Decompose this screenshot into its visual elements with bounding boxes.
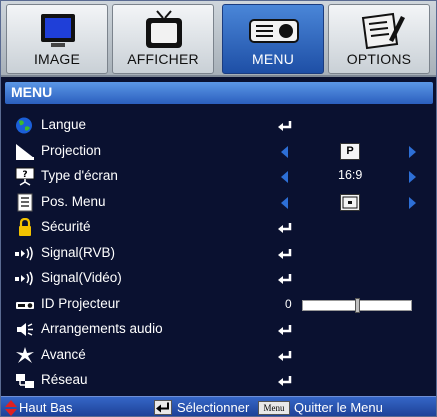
enter-icon	[278, 350, 292, 361]
menu-position-value	[340, 193, 360, 211]
tab-menu[interactable]: MENU	[222, 4, 324, 74]
menu-item-reseau[interactable]: Réseau	[1, 368, 436, 394]
enter-icon	[156, 402, 169, 413]
menu-item-label: Arrangements audio	[41, 321, 163, 336]
left-arrow-icon[interactable]	[281, 196, 288, 209]
menu-item-type-ecran[interactable]: ? Type d'écran 16:9	[1, 164, 436, 190]
menu-item-label: Type d'écran	[41, 168, 118, 183]
tab-bar: IMAGE AFFICHER MENU OPTIONS	[1, 1, 436, 77]
tab-afficher[interactable]: AFFICHER	[112, 4, 214, 74]
menu-item-label: Signal(Vidéo)	[41, 270, 122, 285]
enter-icon	[278, 325, 292, 335]
menu-item-label: Sécurité	[41, 219, 91, 234]
menu-item-label: Langue	[41, 117, 87, 132]
enter-icon	[278, 274, 292, 284]
projector-id-value: 0	[285, 296, 292, 311]
menu-item-arrangements-audio[interactable]: Arrangements audio	[1, 317, 436, 343]
menu-item-id-projecteur[interactable]: ID Projecteur 0	[1, 292, 436, 318]
signal-icon	[15, 246, 33, 260]
speaker-icon	[17, 323, 33, 336]
notepad-pencil-icon	[361, 12, 405, 50]
projector-icon	[249, 19, 299, 43]
footer-nav-hint: Haut Bas	[19, 400, 73, 415]
menu-header: MENU	[5, 82, 433, 104]
right-arrow-icon[interactable]	[409, 145, 416, 158]
menu-item-label: Avancé	[41, 346, 86, 362]
svg-text:?: ?	[22, 170, 27, 180]
menu-item-langue[interactable]: Langue	[1, 113, 436, 139]
globe-icon	[16, 117, 32, 134]
footer-quit-hint: Quitter le Menu	[294, 400, 383, 415]
right-arrow-icon[interactable]	[409, 171, 416, 183]
left-arrow-icon[interactable]	[281, 171, 288, 183]
slider-knob[interactable]	[355, 297, 360, 313]
projector-id-icon	[16, 301, 34, 309]
lock-icon	[19, 218, 31, 236]
menu-item-securite[interactable]: Sécurité	[1, 215, 436, 241]
footer-bar: Haut Bas Sélectionner Menu Quitter le Me…	[1, 396, 436, 416]
tv-icon	[146, 10, 182, 48]
menu-item-projection[interactable]: Projection P	[1, 139, 436, 165]
enter-key-icon	[154, 400, 172, 415]
star-burst-icon	[16, 346, 34, 363]
footer-select-hint: Sélectionner	[177, 400, 250, 415]
tab-image[interactable]: IMAGE	[6, 4, 108, 74]
enter-icon	[278, 121, 292, 131]
network-icon	[16, 374, 34, 388]
menu-item-label: Projection	[41, 142, 102, 158]
enter-icon	[278, 248, 292, 259]
tab-options[interactable]: OPTIONS	[328, 4, 430, 74]
tab-afficher-label: AFFICHER	[127, 51, 199, 67]
up-down-icon	[5, 400, 17, 416]
enter-icon	[278, 376, 292, 386]
menu-item-label: Pos. Menu	[41, 193, 106, 209]
tab-image-label: IMAGE	[33, 51, 81, 67]
monitor-icon	[41, 14, 75, 47]
enter-icon	[278, 223, 292, 233]
menu-item-label: ID Projecteur	[41, 295, 120, 311]
projector-id-slider[interactable]	[302, 297, 412, 313]
menu-item-signal-rvb[interactable]: Signal(RVB)	[1, 241, 436, 267]
menu-list: Langue Projection P ? Type d'écran 16:9 …	[1, 113, 436, 394]
right-arrow-icon[interactable]	[409, 196, 416, 209]
menu-key-icon: Menu	[258, 401, 290, 415]
projection-icon	[16, 143, 34, 160]
menu-item-label: Réseau	[41, 372, 88, 387]
tab-options-label: OPTIONS	[346, 51, 412, 67]
screen-type-value: 16:9	[338, 168, 363, 182]
signal-icon	[15, 271, 33, 286]
osd-menu: IMAGE AFFICHER MENU OPTIONS MENU Langue …	[0, 0, 437, 417]
menu-item-signal-video[interactable]: Signal(Vidéo)	[1, 266, 436, 292]
projection-value: P	[340, 142, 360, 160]
screen-type-icon: ?	[15, 167, 35, 186]
menu-item-label: Signal(RVB)	[41, 244, 116, 260]
menu-item-avance[interactable]: Avancé	[1, 343, 436, 369]
tab-menu-label: MENU	[251, 51, 295, 67]
menu-item-pos-menu[interactable]: Pos. Menu	[1, 190, 436, 216]
left-arrow-icon[interactable]	[281, 145, 288, 158]
menu-position-icon	[17, 193, 33, 211]
center-position-icon	[342, 196, 358, 208]
